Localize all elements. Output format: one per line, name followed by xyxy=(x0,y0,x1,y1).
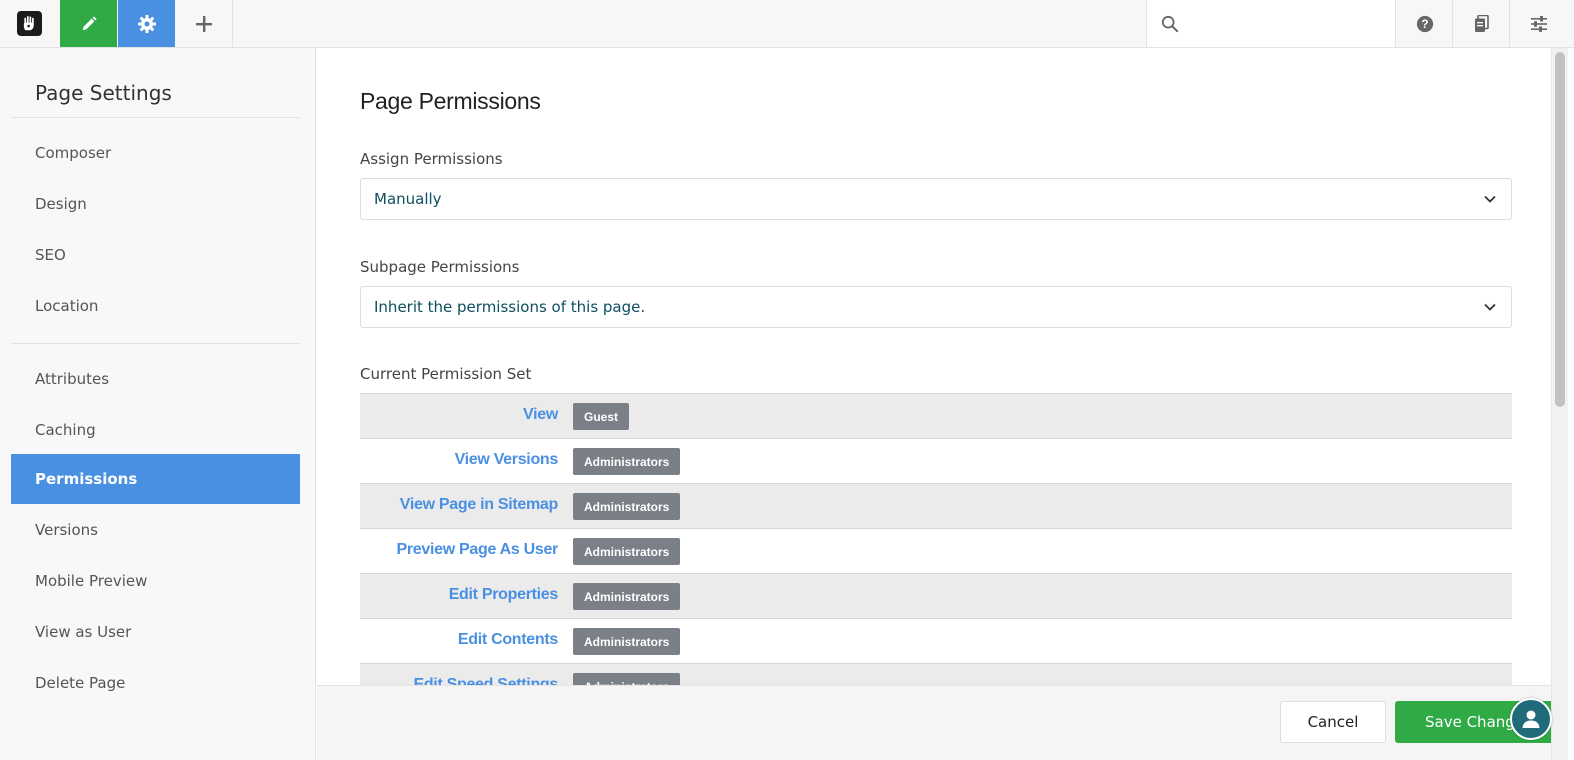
divider xyxy=(11,343,300,344)
sliders-icon xyxy=(1531,15,1547,32)
table-row: View Page in Sitemap Administrators xyxy=(360,483,1512,528)
subpage-permissions-value: Inherit the permissions of this page. xyxy=(374,298,646,316)
sidebar-item-view-as-user[interactable]: View as User xyxy=(11,607,300,657)
page-title: Page Permissions xyxy=(360,88,541,114)
permission-link[interactable]: View Page in Sitemap xyxy=(400,496,559,514)
permission-set-table: View Guest View Versions Administrators … xyxy=(360,393,1512,685)
add-content-button[interactable] xyxy=(176,0,233,47)
search-box[interactable] xyxy=(1146,0,1396,47)
subpage-permissions-label: Subpage Permissions xyxy=(360,258,520,276)
table-row: Edit Properties Administrators xyxy=(360,573,1512,618)
user-avatar-button[interactable] xyxy=(1510,698,1552,740)
chevron-down-icon xyxy=(1484,195,1496,203)
table-row: Edit Speed Settings Administrators xyxy=(360,663,1512,685)
page-permissions-panel: Page Permissions Assign Permissions Manu… xyxy=(317,48,1551,685)
sidebar-title: Page Settings xyxy=(35,81,172,105)
scrollbar-thumb[interactable] xyxy=(1555,52,1565,407)
sidebar-item-seo[interactable]: SEO xyxy=(11,230,300,280)
edit-mode-button[interactable] xyxy=(60,0,117,47)
group-badge: Guest xyxy=(573,403,630,430)
sidebar-item-caching[interactable]: Caching xyxy=(11,405,300,455)
gear-icon xyxy=(137,14,156,33)
svg-text:?: ? xyxy=(1421,18,1428,31)
plus-icon xyxy=(196,15,212,32)
page-settings-sidebar: Page Settings Composer Design SEO Locati… xyxy=(0,48,316,760)
permission-link[interactable]: Preview Page As User xyxy=(396,541,558,559)
pages-icon xyxy=(1474,14,1489,32)
question-icon: ? xyxy=(1416,15,1433,32)
cancel-button[interactable]: Cancel xyxy=(1280,701,1386,743)
logo-button[interactable] xyxy=(0,0,58,47)
sidebar-item-versions[interactable]: Versions xyxy=(11,505,300,555)
divider xyxy=(11,117,300,118)
dialog-footer: Cancel Save Changes xyxy=(317,685,1551,760)
search-icon xyxy=(1161,15,1179,32)
table-row: Preview Page As User Administrators xyxy=(360,528,1512,573)
hand-logo-icon xyxy=(16,11,42,36)
table-row: View Guest xyxy=(360,393,1512,438)
subpage-permissions-select[interactable]: Inherit the permissions of this page. xyxy=(360,286,1512,328)
sidebar-item-permissions[interactable]: Permissions xyxy=(11,454,300,504)
sidebar-item-mobile-preview[interactable]: Mobile Preview xyxy=(11,556,300,606)
vertical-scrollbar[interactable] xyxy=(1551,48,1568,760)
table-row: View Versions Administrators xyxy=(360,438,1512,483)
dashboard-button[interactable] xyxy=(1511,0,1567,47)
sitemap-button[interactable] xyxy=(1454,0,1510,47)
permission-link[interactable]: View Versions xyxy=(455,451,559,469)
top-toolbar: ? xyxy=(0,0,1574,48)
permission-link[interactable]: Edit Speed Settings xyxy=(413,676,558,685)
group-badge: Administrators xyxy=(573,538,681,565)
user-icon xyxy=(1522,710,1540,728)
pencil-icon xyxy=(82,15,97,30)
sidebar-item-attributes[interactable]: Attributes xyxy=(11,354,300,404)
table-row: Edit Contents Administrators xyxy=(360,618,1512,663)
sidebar-item-location[interactable]: Location xyxy=(11,281,300,331)
group-badge: Administrators xyxy=(573,673,681,685)
assign-permissions-select[interactable]: Manually xyxy=(360,178,1512,220)
sidebar-item-composer[interactable]: Composer xyxy=(11,128,300,178)
current-permission-set-label: Current Permission Set xyxy=(360,365,532,383)
group-badge: Administrators xyxy=(573,493,681,520)
permission-link[interactable]: View xyxy=(523,406,558,424)
group-badge: Administrators xyxy=(573,628,681,655)
page-settings-button[interactable] xyxy=(118,0,175,47)
group-badge: Administrators xyxy=(573,448,681,475)
permission-link[interactable]: Edit Properties xyxy=(449,586,559,604)
assign-permissions-value: Manually xyxy=(374,190,442,208)
sidebar-item-delete-page[interactable]: Delete Page xyxy=(11,658,300,708)
search-input[interactable] xyxy=(1189,8,1389,39)
assign-permissions-label: Assign Permissions xyxy=(360,150,503,168)
sidebar-item-design[interactable]: Design xyxy=(11,179,300,229)
help-button[interactable]: ? xyxy=(1397,0,1453,47)
group-badge: Administrators xyxy=(573,583,681,610)
permission-link[interactable]: Edit Contents xyxy=(458,631,558,649)
chevron-down-icon xyxy=(1484,303,1496,311)
